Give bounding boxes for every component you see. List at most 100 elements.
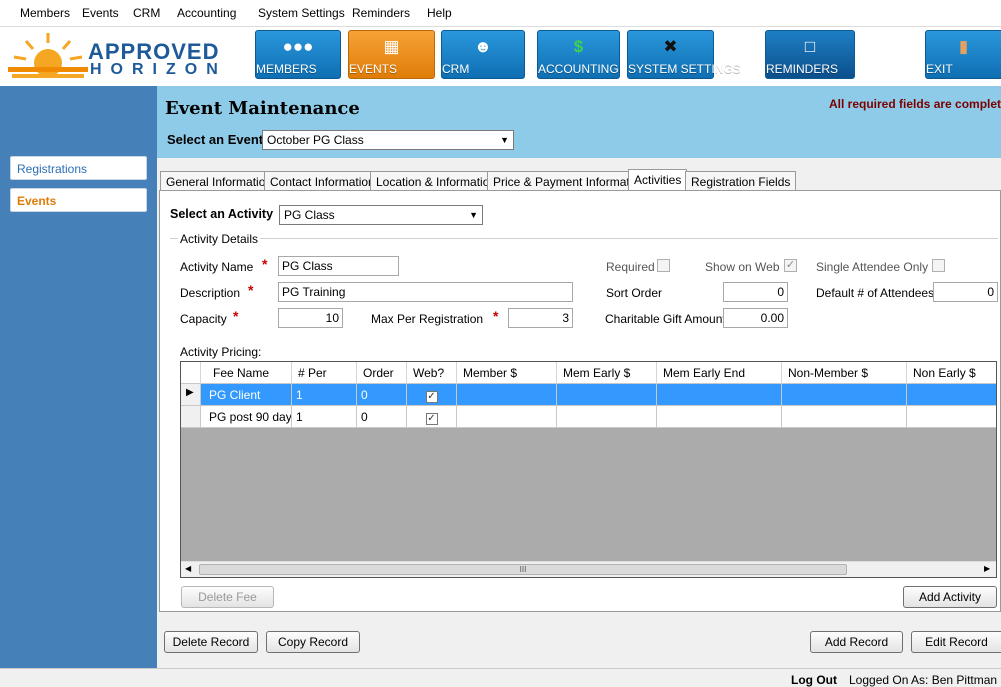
app-logo: APPROVED HORIZON (8, 29, 243, 83)
tab-general-information[interactable]: General Information (160, 171, 279, 191)
column-header-non-early[interactable]: Non Early $ (907, 362, 996, 384)
fee-name-cell[interactable]: PG post 90 days (201, 406, 292, 428)
select-activity-dropdown[interactable]: PG Class ▼ (279, 205, 483, 225)
non-early-price-cell[interactable] (907, 406, 996, 428)
default-attendees-field[interactable]: 0 (933, 282, 998, 302)
current-row-arrow-icon: ▶ (181, 384, 201, 406)
select-event-value: October PG Class (267, 133, 364, 147)
mem-early-end-cell[interactable] (657, 384, 782, 406)
table-row[interactable]: PG post 90 days 1 0 ✓ (181, 406, 996, 428)
menu-members[interactable]: Members (20, 6, 70, 20)
grid-header-row: Fee Name # Per Order Web? Member $ Mem E… (181, 362, 996, 384)
charitable-gift-label: Charitable Gift Amount (605, 312, 726, 326)
select-activity-value: PG Class (284, 208, 335, 222)
menu-system-settings[interactable]: System Settings (258, 6, 345, 20)
tab-contact-information[interactable]: Contact Information (264, 171, 381, 191)
non-member-price-cell[interactable] (782, 384, 907, 406)
activity-name-label: Activity Name (180, 260, 254, 274)
show-on-web-checkbox[interactable]: ✓ (784, 259, 797, 272)
activity-details-divider (170, 238, 998, 239)
web-cell[interactable]: ✓ (407, 384, 457, 406)
delete-fee-button[interactable]: Delete Fee (181, 586, 274, 608)
activity-name-field[interactable]: PG Class (278, 256, 399, 276)
required-checkbox[interactable] (657, 259, 670, 272)
nav-members-button[interactable]: ●●● MEMBERS (255, 30, 341, 79)
add-record-button[interactable]: Add Record (810, 631, 903, 653)
column-header-order[interactable]: Order (357, 362, 407, 384)
tab-activities[interactable]: Activities (628, 169, 688, 191)
scroll-thumb-grip: III (519, 565, 527, 574)
column-header-mem-early[interactable]: Mem Early $ (557, 362, 657, 384)
tab-location-information[interactable]: Location & Information (370, 171, 503, 191)
column-header-mem-early-end[interactable]: Mem Early End (657, 362, 782, 384)
column-header-per[interactable]: # Per (292, 362, 357, 384)
tab-registration-fields[interactable]: Registration Fields (685, 171, 797, 191)
sort-order-field[interactable]: 0 (723, 282, 788, 302)
sidebar-item-events[interactable]: Events (10, 188, 147, 212)
non-early-price-cell[interactable] (907, 384, 996, 406)
per-cell[interactable]: 1 (292, 406, 357, 428)
web-checkbox[interactable]: ✓ (425, 413, 438, 425)
select-event-label: Select an Event (167, 132, 264, 147)
order-cell[interactable]: 0 (357, 406, 407, 428)
web-cell[interactable]: ✓ (407, 406, 457, 428)
copy-record-button[interactable]: Copy Record (266, 631, 360, 653)
menu-bar: Members Events CRM Accounting System Set… (0, 0, 1001, 27)
required-star-icon: * (233, 308, 239, 324)
per-cell[interactable]: 1 (292, 384, 357, 406)
member-price-cell[interactable] (457, 384, 557, 406)
edit-record-button[interactable]: Edit Record (911, 631, 1001, 653)
scroll-left-icon[interactable]: ◀ (185, 564, 191, 573)
nav-crm-button[interactable]: ☻ CRM (441, 30, 525, 79)
nav-reminders-button[interactable]: □ REMINDERS (765, 30, 855, 79)
charitable-gift-field[interactable]: 0.00 (723, 308, 788, 328)
single-attendee-checkbox[interactable] (932, 259, 945, 272)
nav-exit-button[interactable]: ▮ EXIT (925, 30, 1001, 79)
status-bar: Log Out Logged On As: Ben Pittman (0, 668, 1001, 687)
calendar-page-icon: □ (804, 37, 816, 56)
menu-accounting[interactable]: Accounting (177, 6, 236, 20)
chevron-down-icon: ▼ (469, 210, 478, 220)
nav-accounting-button[interactable]: $ ACCOUNTING (537, 30, 620, 79)
required-star-icon: * (493, 308, 499, 324)
show-on-web-label: Show on Web (705, 260, 780, 274)
activity-pricing-grid: Fee Name # Per Order Web? Member $ Mem E… (180, 361, 997, 578)
column-header-non-member[interactable]: Non-Member $ (782, 362, 907, 384)
scroll-right-icon[interactable]: ▶ (984, 564, 990, 573)
activity-pricing-label: Activity Pricing: (180, 345, 262, 359)
left-sidebar: Registrations Events (0, 86, 157, 668)
mem-early-end-cell[interactable] (657, 406, 782, 428)
table-row[interactable]: ▶ PG Client 1 0 ✓ (181, 384, 996, 406)
fee-name-cell[interactable]: PG Client (201, 384, 292, 406)
delete-record-button[interactable]: Delete Record (164, 631, 258, 653)
menu-events[interactable]: Events (82, 6, 119, 20)
door-icon: ▮ (958, 37, 969, 56)
mem-early-price-cell[interactable] (557, 384, 657, 406)
menu-reminders[interactable]: Reminders (352, 6, 410, 20)
nav-system-settings-button[interactable]: ✖ SYSTEM SETTINGS (627, 30, 741, 79)
logout-link[interactable]: Log Out (791, 673, 837, 687)
add-activity-button[interactable]: Add Activity (903, 586, 997, 608)
member-price-cell[interactable] (457, 406, 557, 428)
column-header-member[interactable]: Member $ (457, 362, 557, 384)
column-header-fee-name[interactable]: Fee Name (201, 362, 292, 384)
capacity-field[interactable]: 10 (278, 308, 343, 328)
description-field[interactable]: PG Training (278, 282, 573, 302)
non-member-price-cell[interactable] (782, 406, 907, 428)
mem-early-price-cell[interactable] (557, 406, 657, 428)
sidebar-item-registrations[interactable]: Registrations (10, 156, 147, 180)
order-cell[interactable]: 0 (357, 384, 407, 406)
select-event-dropdown[interactable]: October PG Class ▼ (262, 130, 514, 150)
default-attendees-label: Default # of Attendees (816, 286, 935, 300)
menu-help[interactable]: Help (427, 6, 452, 20)
sun-logo-icon (8, 33, 88, 78)
column-header-web[interactable]: Web? (407, 362, 457, 384)
scroll-thumb[interactable]: III (199, 564, 847, 575)
web-checkbox[interactable]: ✓ (425, 391, 438, 403)
grid-horizontal-scrollbar[interactable]: ◀ III ▶ (181, 561, 996, 577)
logo-horizon-text: HORIZON (90, 61, 227, 78)
menu-crm[interactable]: CRM (133, 6, 160, 20)
person-chat-icon: ☻ (474, 37, 492, 56)
max-per-registration-field[interactable]: 3 (508, 308, 573, 328)
nav-events-button[interactable]: ▦ EVENTS (348, 30, 435, 79)
